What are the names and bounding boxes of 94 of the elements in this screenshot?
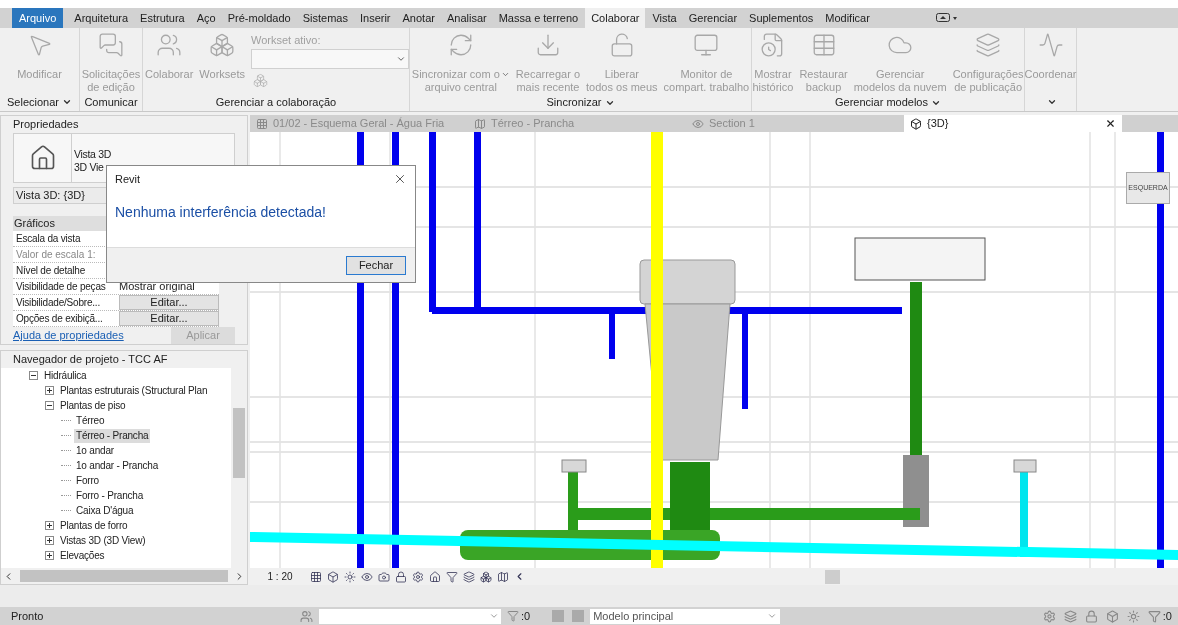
view-control-icon[interactable] [310,570,322,583]
close-icon[interactable] [1105,118,1116,129]
panel-title[interactable]: Sincronizar [546,94,602,111]
sheet-icon [256,117,268,130]
expand-icon[interactable] [45,386,54,395]
tree-item[interactable]: Plantas de piso [58,398,128,413]
menu-tab[interactable]: Arquivo [12,8,64,28]
property-label: Opções de exibiçã... [15,312,104,326]
cube-icon [910,117,922,130]
view-control-icon[interactable] [446,570,458,583]
menu-tab[interactable]: Vista [646,8,683,28]
panel-title: Navegador de projeto - TCC AF [1,351,247,368]
property-label: Valor de escala [16,248,85,262]
view-control-icon[interactable] [412,570,424,583]
menu-tab[interactable]: Massa e terreno [492,8,585,28]
layers-icon [975,32,1002,58]
caret-icon [489,611,499,621]
panel-title[interactable]: Gerenciar modelos [835,94,928,111]
view-control-icon[interactable] [463,570,475,583]
menu-tab[interactable]: Estrutura [134,8,191,28]
view-control-icon[interactable] [361,570,373,583]
close-button[interactable]: Fechar [346,255,406,275]
menu-tab[interactable]: Modificar [819,8,876,28]
people-icon [156,32,183,58]
caret-icon [500,70,510,79]
ribbon-toggle-icon[interactable] [935,13,958,23]
type-subname: 3D Vie [74,161,105,174]
tree-item[interactable]: 1o andar [74,443,116,458]
tree-item[interactable]: Elevações [58,548,107,563]
expand-icon[interactable] [45,551,54,560]
monitor-icon [693,32,720,58]
menu-tab[interactable]: Suplementos [743,8,820,28]
panel-title[interactable]: Gerenciar a colaboração [215,93,337,111]
section-icon [692,117,704,130]
menu-tab[interactable]: Inserir [353,8,397,28]
plan-icon [474,117,486,130]
tree-item[interactable]: Plantas de forro [58,518,130,533]
view-scale[interactable]: 1 : 20 [250,569,310,584]
property-value: 1: [87,248,96,262]
panel-title[interactable]: Selecionar [7,93,59,111]
property-label: Visibilidade/Sobre... [15,296,101,310]
menu-tab[interactable]: Anotar [396,8,441,28]
horizontal-scrollbar[interactable] [825,569,840,584]
tree-item[interactable]: Térreo [74,413,107,428]
view-control-icon[interactable] [327,570,339,583]
expand-icon[interactable] [45,521,54,530]
menu-tab[interactable]: Sistemas [296,8,354,28]
tree-item[interactable]: Forro - Prancha [74,488,146,503]
edit-button[interactable]: Editar... [119,311,219,326]
menu-tab[interactable]: Pré-moldado [221,8,297,28]
menu-tab[interactable]: Arquitetura [68,8,135,28]
property-label: Visibilidade de peças [15,280,107,294]
close-icon[interactable] [393,172,407,186]
menu-tab[interactable]: Analisar [440,8,493,28]
caret-icon[interactable] [62,97,72,107]
panel-title: Propriedades [12,117,80,132]
chat-icon [98,32,124,58]
pulse-icon [1037,32,1064,58]
dialog-title: Revit [115,171,141,187]
edit-button[interactable]: Editar... [119,295,219,310]
tree-item[interactable]: Térreo - Prancha [74,428,151,443]
view-control-icon[interactable] [497,570,509,583]
view-control-icon[interactable] [429,570,441,583]
boxes-icon [209,32,236,58]
workset-label: Workset ativo: [250,33,322,48]
editable-count: :0 [521,608,531,624]
menu-tab[interactable]: Colaborar [585,8,646,28]
collapse-icon[interactable] [45,401,54,410]
view-control-icon[interactable] [395,570,407,583]
tree-item[interactable]: Hidráulica [42,368,89,383]
tree-item[interactable]: Plantas estruturais (Structural Plan [58,383,210,398]
menu-tab[interactable]: Gerenciar [682,8,744,28]
horizontal-scrollbar[interactable] [1,568,247,584]
tree-item[interactable]: Forro [74,473,101,488]
help-link[interactable]: Ajuda de propriedades [13,327,124,344]
menu-tab[interactable]: Aço [190,8,222,28]
tree-item[interactable]: Caixa D'água [74,503,136,518]
property-value: Mostrar original [119,279,195,294]
view-tab[interactable]: {3D} [904,115,1122,132]
view-control-icon[interactable] [480,570,492,583]
model-combo[interactable]: Modelo principal [590,608,781,624]
caret-icon [767,611,778,621]
property-label: Escala da vista [15,232,82,246]
view-control-icon[interactable] [344,570,356,583]
collapse-icon[interactable] [29,371,38,380]
property-label: Nível de detalhe [15,264,87,278]
type-name: Vista 3D [74,148,112,161]
expand-icon[interactable] [45,536,54,545]
tree-item[interactable]: Vistas 3D (3D View) [58,533,148,548]
status-text: Pronto [10,608,45,624]
caret-icon[interactable] [1047,97,1057,107]
tree-item[interactable]: 1o andar - Prancha [74,458,160,473]
panel-title[interactable]: Comunicar [84,94,138,111]
filter-count: :0 [1162,608,1172,624]
